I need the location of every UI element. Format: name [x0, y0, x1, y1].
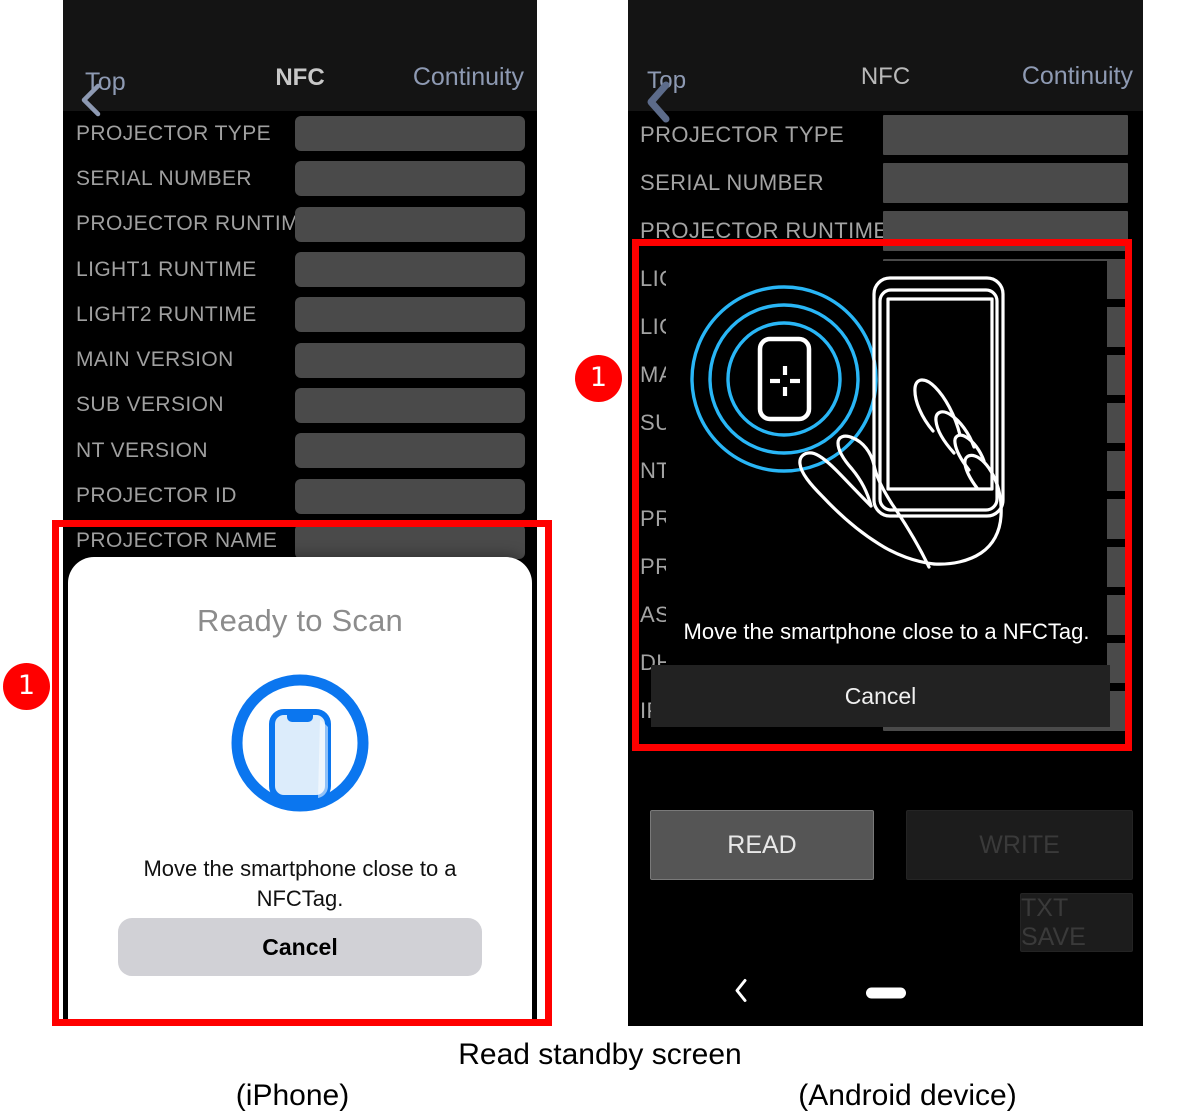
form-row-value-field[interactable]: [883, 115, 1128, 155]
form-row-label: LIGHT2 RUNTIME: [76, 302, 257, 326]
form-row-value-field[interactable]: [295, 161, 525, 197]
txt-save-button[interactable]: TXT SAVE: [1020, 893, 1133, 952]
callout-badge-1-iphone: 1: [3, 663, 50, 710]
form-row: PROJECTOR ID: [63, 473, 537, 518]
android-dialog-message: Move the smartphone close to a NFCTag.: [683, 619, 1090, 644]
iphone-device-screenshot: Top NFC Continuity PROJECTOR TYPE SERIAL …: [63, 0, 537, 1026]
form-row-value-field[interactable]: [883, 211, 1128, 251]
figure-canvas: Top NFC Continuity PROJECTOR TYPE SERIAL …: [0, 0, 1200, 1120]
form-row: PROJECTOR RUNTIME: [628, 207, 1143, 255]
form-row-value-field[interactable]: [295, 297, 525, 333]
form-row: MAIN VERSION: [63, 337, 537, 382]
form-row-label: SERIAL NUMBER: [76, 166, 252, 190]
form-row-value-field[interactable]: [295, 387, 525, 423]
form-row: PROJECTOR TYPE: [628, 111, 1143, 159]
nfc-waves-hand-phone-icon: [666, 261, 1107, 621]
form-row: LIGHT2 RUNTIME: [63, 292, 537, 337]
form-row-value-field[interactable]: [295, 342, 525, 378]
form-row: SERIAL NUMBER: [628, 159, 1143, 207]
form-row-value-field[interactable]: [295, 478, 525, 514]
android-device-screenshot: Top NFC Continuity PROJECTOR TYPE SERIAL …: [628, 0, 1143, 1026]
write-button[interactable]: WRITE: [906, 810, 1133, 880]
form-row-value-field[interactable]: [883, 163, 1128, 203]
form-row: LIGHT1 RUNTIME: [63, 247, 537, 292]
form-row-label: NT VERSION: [76, 438, 208, 462]
figure-caption-iphone: (iPhone): [235, 1079, 350, 1112]
figure-caption-android: (Android device): [798, 1079, 1017, 1112]
form-row-label: PROJECTOR TYPE: [640, 122, 845, 147]
form-row-label: MAIN VERSION: [76, 348, 234, 372]
android-continuity-button[interactable]: Continuity: [1022, 62, 1133, 91]
android-system-nav-bar: [628, 960, 1143, 1026]
form-row-label: PROJECTOR ID: [76, 484, 237, 508]
figure-caption-main: Read standby screen: [458, 1038, 742, 1071]
form-row: PROJECTOR TYPE: [63, 111, 537, 156]
iphone-dialog-cancel-button[interactable]: Cancel: [118, 918, 482, 976]
form-row: SERIAL NUMBER: [63, 156, 537, 201]
nfc-phone-circle-icon: [226, 669, 374, 822]
form-row-value-field[interactable]: [295, 252, 525, 288]
form-row-label: PROJECTOR NAME: [76, 529, 278, 553]
form-row-label: SUB VERSION: [76, 393, 224, 417]
iphone-continuity-button[interactable]: Continuity: [413, 63, 524, 92]
form-row-label: PROJECTOR RUNTIME: [640, 218, 889, 243]
form-row: PROJECTOR RUNTIME: [63, 202, 537, 247]
android-dialog-cancel-button[interactable]: Cancel: [651, 665, 1110, 727]
form-row-value-field[interactable]: [295, 116, 525, 152]
android-nfc-scan-dialog: Move the smartphone close to a NFCTag. C…: [651, 261, 1110, 727]
callout-badge-1-android: 1: [575, 355, 622, 402]
android-action-buttons: READ WRITE TXT SAVE: [628, 795, 1143, 960]
iphone-nfc-ready-to-scan-dialog: Ready to Scan Move the smartphone close …: [68, 557, 532, 1026]
iphone-dialog-title: Ready to Scan: [197, 603, 403, 638]
form-row: SUB VERSION: [63, 383, 537, 428]
form-row-value-field[interactable]: [295, 206, 525, 242]
form-row-label: SERIAL NUMBER: [640, 170, 825, 195]
home-pill-icon[interactable]: [865, 987, 906, 999]
android-navigation-bar: Top NFC Continuity: [628, 0, 1143, 123]
iphone-navigation-bar: Top NFC Continuity: [63, 0, 537, 116]
form-row-value-field[interactable]: [295, 523, 525, 559]
form-row-label: PROJECTOR TYPE: [76, 121, 272, 145]
iphone-dialog-message: Move the smartphone close to a NFCTag.: [143, 856, 457, 911]
form-row: NT VERSION: [63, 428, 537, 473]
back-chevron-icon[interactable]: [733, 978, 749, 1009]
read-button[interactable]: READ: [650, 810, 874, 880]
form-row-label: LIGHT1 RUNTIME: [76, 257, 257, 281]
form-row-value-field[interactable]: [295, 433, 525, 469]
form-row-label: PROJECTOR RUNTIME: [76, 212, 314, 236]
